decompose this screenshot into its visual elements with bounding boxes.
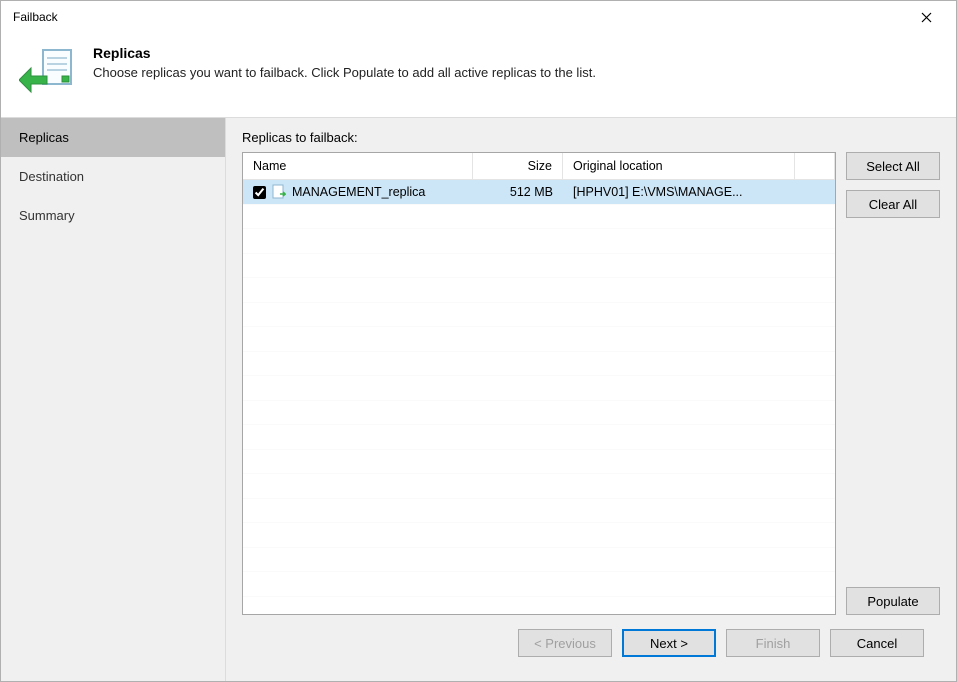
replica-icon	[272, 184, 286, 200]
window-title: Failback	[13, 10, 58, 24]
clear-all-button[interactable]: Clear All	[846, 190, 940, 218]
previous-button[interactable]: < Previous	[518, 629, 612, 657]
wizard-footer: < Previous Next > Finish Cancel	[242, 615, 940, 671]
row-location: [HPHV01] E:\VMS\MANAGE...	[563, 185, 795, 199]
row-size: 512 MB	[473, 185, 563, 199]
table-header: Name Size Original location	[243, 153, 835, 180]
wizard-steps-sidebar: Replicas Destination Summary	[1, 118, 226, 681]
step-destination[interactable]: Destination	[1, 157, 225, 196]
col-spacer	[795, 153, 835, 179]
failback-wizard: Failback Replicas Choose replicas you wa…	[0, 0, 957, 682]
finish-button[interactable]: Finish	[726, 629, 820, 657]
select-all-button[interactable]: Select All	[846, 152, 940, 180]
wizard-icon	[19, 43, 79, 103]
cancel-button[interactable]: Cancel	[830, 629, 924, 657]
populate-button[interactable]: Populate	[846, 587, 940, 615]
col-size-header[interactable]: Size	[473, 153, 563, 179]
page-subheading: Choose replicas you want to failback. Cl…	[93, 65, 596, 80]
step-replicas[interactable]: Replicas	[1, 118, 225, 157]
col-location-header[interactable]: Original location	[563, 153, 795, 179]
row-name: MANAGEMENT_replica	[292, 185, 425, 199]
page-heading: Replicas	[93, 45, 596, 61]
row-checkbox[interactable]	[253, 186, 266, 199]
next-button[interactable]: Next >	[622, 629, 716, 657]
side-buttons: Select All Clear All Populate	[846, 152, 940, 615]
col-name-header[interactable]: Name	[243, 153, 473, 179]
close-icon	[921, 12, 932, 23]
replicas-label: Replicas to failback:	[242, 130, 940, 145]
table-body: MANAGEMENT_replica 512 MB [HPHV01] E:\VM…	[243, 180, 835, 614]
table-row[interactable]: MANAGEMENT_replica 512 MB [HPHV01] E:\VM…	[243, 180, 835, 204]
main-panel: Replicas to failback: Name Size Original…	[226, 118, 956, 681]
replicas-table: Name Size Original location	[242, 152, 836, 615]
close-button[interactable]	[906, 1, 946, 33]
header: Replicas Choose replicas you want to fai…	[1, 33, 956, 117]
titlebar: Failback	[1, 1, 956, 33]
step-summary[interactable]: Summary	[1, 196, 225, 235]
